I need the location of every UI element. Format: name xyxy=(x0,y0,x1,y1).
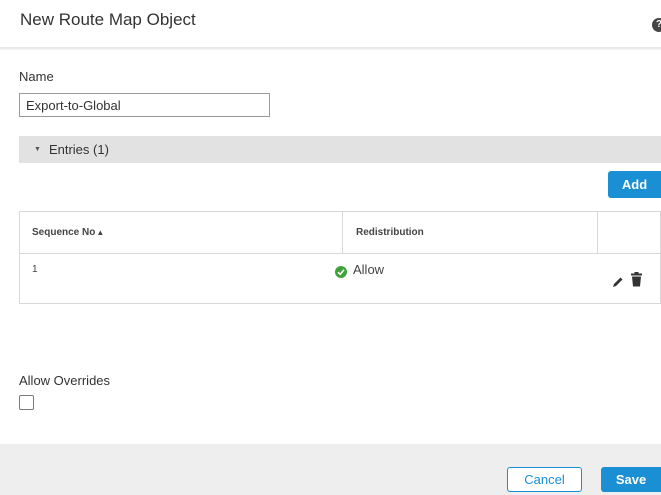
name-label: Name xyxy=(19,69,54,84)
column-divider xyxy=(597,212,598,254)
redistribution-value: Allow xyxy=(353,262,385,277)
cell-redistribution: Allow xyxy=(335,262,385,278)
allow-overrides-checkbox[interactable] xyxy=(19,395,34,410)
column-header-sequence-label: Sequence No xyxy=(32,227,96,238)
cancel-button[interactable]: Cancel xyxy=(507,467,582,492)
header-divider xyxy=(0,47,661,50)
column-header-redistribution[interactable]: Redistribution xyxy=(356,212,424,254)
sort-ascending-icon: ▲ xyxy=(96,228,105,237)
dialog-title: New Route Map Object xyxy=(20,10,196,29)
check-circle-icon xyxy=(335,265,347,278)
allow-overrides-label: Allow Overrides xyxy=(19,373,111,388)
add-entry-button[interactable]: Add xyxy=(608,171,661,198)
entries-section-label: Entries (1) xyxy=(48,142,109,157)
name-input[interactable] xyxy=(19,93,270,117)
entries-table: Sequence No▲ Redistribution 1 Allow xyxy=(19,211,661,304)
table-row[interactable]: 1 Allow xyxy=(20,255,660,303)
pencil-icon[interactable] xyxy=(612,275,624,293)
caret-down-icon: ▼ xyxy=(34,146,41,153)
cell-sequence: 1 xyxy=(32,264,38,275)
save-button[interactable]: Save xyxy=(601,467,661,492)
column-header-sequence[interactable]: Sequence No▲ xyxy=(32,212,104,254)
help-icon[interactable]: ? xyxy=(652,18,661,32)
trash-icon[interactable] xyxy=(631,272,642,292)
entries-section-toggle[interactable]: ▼ Entries (1) xyxy=(19,136,661,163)
table-header: Sequence No▲ Redistribution xyxy=(20,212,660,254)
column-divider xyxy=(342,212,343,254)
